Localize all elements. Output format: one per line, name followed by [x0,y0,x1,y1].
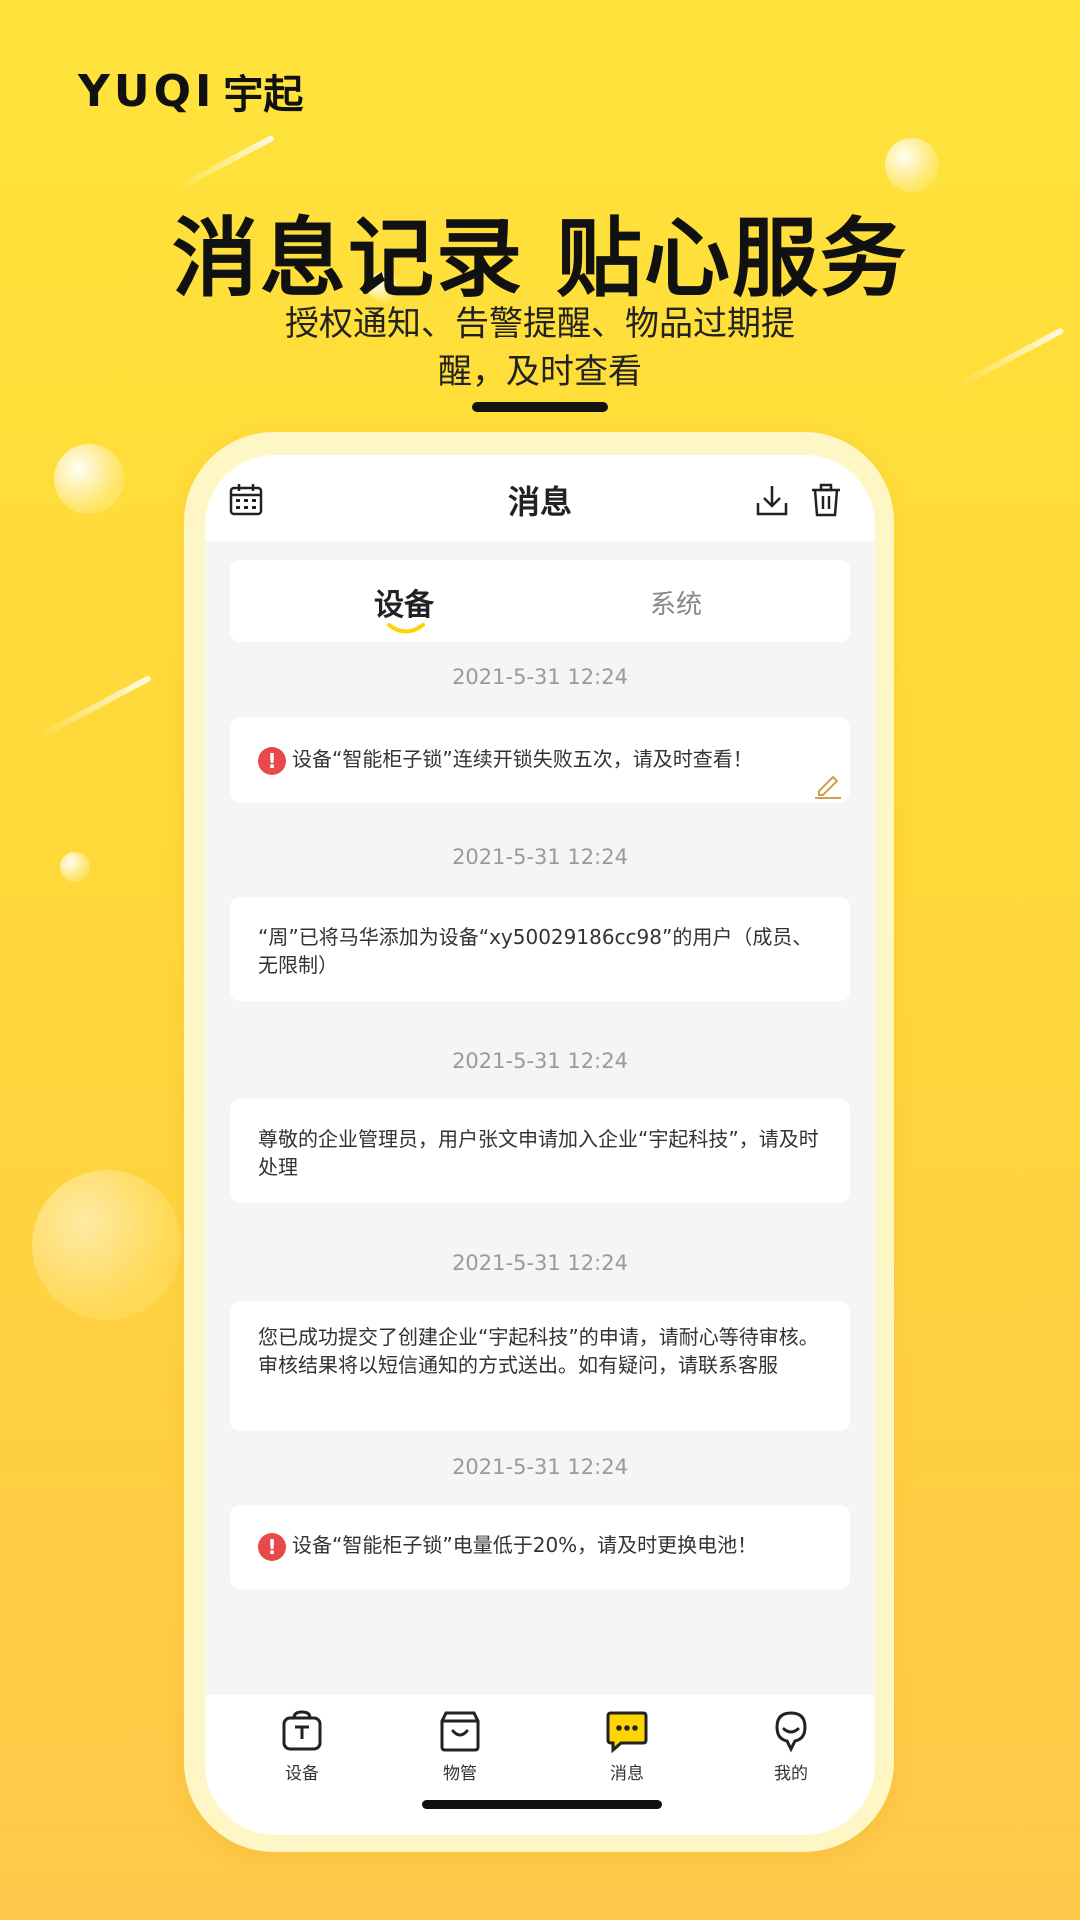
home-indicator [422,1800,662,1809]
nav-label: 我的 [774,1764,808,1784]
tab-system[interactable]: 系统 [650,584,702,621]
hero-headline: 消息记录 贴心服务 [172,209,908,309]
brand-logo: YUQI 宇起 [78,62,303,120]
alert-icon: ! [258,746,286,775]
message-card[interactable]: 您已成功提交了创建企业“宇起科技”的申请，请耐心等待审核。审核结果将以短信通知的… [230,1301,850,1431]
message-text: 您已成功提交了创建企业“宇起科技”的申请，请耐心等待审核。审核结果将以短信通知的… [258,1325,819,1377]
message-timestamp: 2021-5-31 12:24 [452,1049,628,1073]
nav-label: 设备 [285,1764,319,1784]
message-body: ! 设备“智能柜子锁”连续开锁失败五次，请及时查看！ [258,745,832,775]
message-body: ! 设备“智能柜子锁”电量低于20%，请及时更换电池！ [258,1531,832,1561]
logo-text: YUQI [78,65,216,117]
message-text: 设备“智能柜子锁”电量低于20%，请及时更换电池！ [292,1533,758,1557]
decor-streak [955,327,1065,389]
message-card[interactable]: ! 设备“智能柜子锁”连续开锁失败五次，请及时查看！ [230,717,850,803]
nav-profile[interactable]: 我的 [751,1709,831,1784]
bag-icon [440,1711,480,1752]
message-icon [606,1711,648,1753]
decor-bubble [54,444,124,514]
message-text: 设备“智能柜子锁”连续开锁失败五次，请及时查看！ [292,747,753,771]
profile-icon [775,1711,807,1753]
message-card[interactable]: 尊敬的企业管理员，用户张文申请加入企业“宇起科技”，请及时处理 [230,1099,850,1203]
hero-subline: 授权通知、告警提醒、物品过期提 醒，及时查看 [240,300,840,396]
message-text: “周”已将马华添加为设备“xy50029186cc98”的用户（成员、无限制） [258,925,813,977]
bottom-nav: 设备 物管 消息 我的 [205,1695,875,1835]
edit-icon[interactable] [813,771,843,799]
download-icon[interactable] [755,483,789,517]
tab-device[interactable]: 设备 [374,580,434,624]
hero-subline-1: 授权通知、告警提醒、物品过期提 [285,304,795,344]
nav-messages[interactable]: 消息 [587,1709,667,1784]
decor-bubble [60,852,90,882]
decor-streak [175,134,275,192]
decor-streak [34,674,152,742]
hero-subline-2: 醒，及时查看 [438,352,642,392]
message-card[interactable]: “周”已将马华添加为设备“xy50029186cc98”的用户（成员、无限制） [230,897,850,1001]
decor-bubble [885,138,939,192]
hero-underline [472,402,608,412]
message-timestamp: 2021-5-31 12:24 [452,1455,628,1479]
active-tab-indicator [387,623,425,634]
message-tabs: 设备 系统 [230,560,850,642]
trash-icon[interactable] [809,483,843,517]
device-icon [282,1710,322,1751]
logo-cn: 宇起 [223,72,304,118]
alert-icon: ! [258,1532,286,1561]
nav-inventory[interactable]: 物管 [420,1709,500,1784]
phone-screen: 消息 设备 系统 2021-5-31 12:24 ! 设备“智能柜子锁”连续开锁失… [205,455,875,1835]
nav-device[interactable]: 设备 [262,1709,342,1784]
nav-label: 物管 [443,1764,477,1784]
decor-bubble [32,1170,182,1320]
message-text: 尊敬的企业管理员，用户张文申请加入企业“宇起科技”，请及时处理 [258,1127,819,1179]
message-timestamp: 2021-5-31 12:24 [452,1251,628,1275]
nav-label: 消息 [610,1764,644,1784]
message-timestamp: 2021-5-31 12:24 [452,845,628,869]
app-header: 消息 [205,455,875,541]
message-timestamp: 2021-5-31 12:24 [452,665,628,689]
message-card[interactable]: ! 设备“智能柜子锁”电量低于20%，请及时更换电池！ [230,1505,850,1589]
